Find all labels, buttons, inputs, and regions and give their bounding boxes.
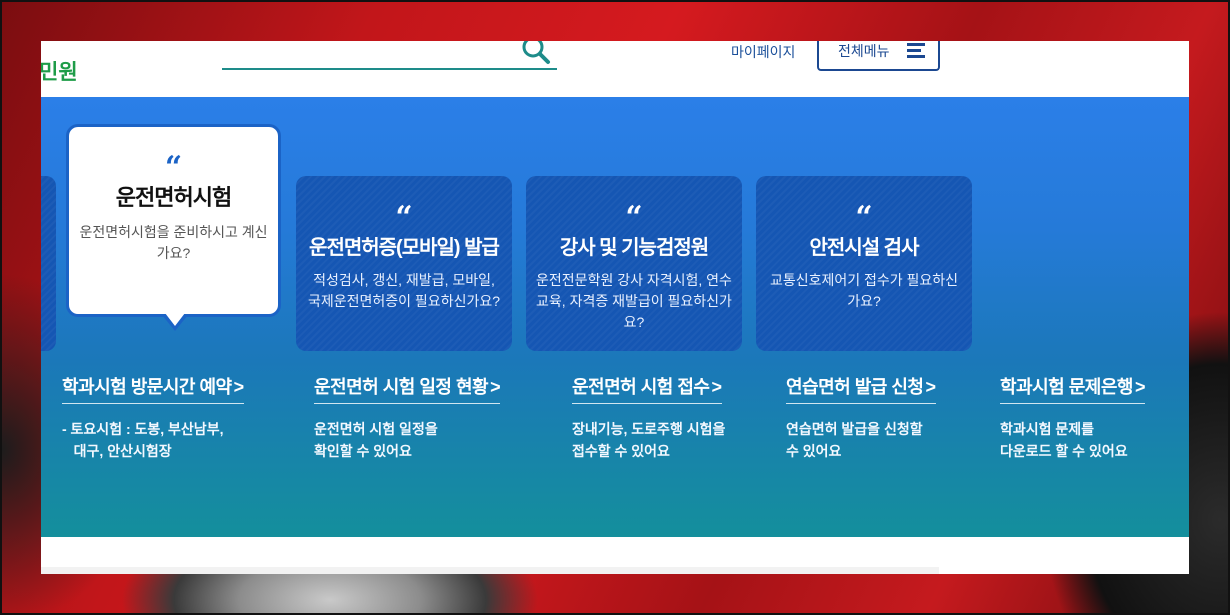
link-title: 학과시험 방문시간 예약 > bbox=[62, 373, 244, 404]
card-license-issue[interactable]: “ 운전면허증(모바일) 발급 적성검사, 갱신, 재발급, 모바일, 국제운전… bbox=[296, 176, 512, 351]
link-test-schedule[interactable]: 운전면허 시험 일정 현황 > 운전면허 시험 일정을 확인할 수 있어요 bbox=[314, 373, 501, 462]
quote-icon: “ bbox=[164, 150, 183, 185]
card-title: 안전시설 검사 bbox=[809, 237, 920, 259]
site-header: 민원 마이페이지 전체메뉴 bbox=[41, 41, 1189, 97]
link-desc-line: 확인할 수 있어요 bbox=[314, 443, 412, 459]
link-title: 연습면허 발급 신청 > bbox=[786, 373, 936, 404]
card-desc: 교통신호제어기 접수가 필요하신가요? bbox=[769, 272, 959, 309]
card-desc: 운전면허시험을 준비하시고 계신가요? bbox=[79, 224, 268, 261]
quote-icon: “ bbox=[855, 200, 873, 235]
link-learner-permit[interactable]: 연습면허 발급 신청 > 연습면허 발급을 신청할 수 있어요 bbox=[786, 373, 936, 462]
quote-icon: “ bbox=[625, 200, 643, 235]
section-divider bbox=[41, 567, 939, 574]
card-pointer-inner bbox=[165, 313, 185, 326]
all-menu-button[interactable]: 전체메뉴 bbox=[817, 41, 940, 71]
link-desc-line: 연습면허 발급을 신청할 bbox=[786, 421, 923, 437]
link-desc-line: 수 있어요 bbox=[786, 443, 842, 459]
all-menu-label: 전체메뉴 bbox=[838, 43, 890, 59]
search-input[interactable] bbox=[222, 41, 512, 68]
link-desc-line: 접수할 수 있어요 bbox=[572, 443, 670, 459]
link-question-bank[interactable]: 학과시험 문제은행 > 학과시험 문제를 다운로드 할 수 있어요 bbox=[1000, 373, 1146, 462]
link-title: 운전면허 시험 일정 현황 > bbox=[314, 373, 501, 404]
hamburger-icon bbox=[907, 43, 925, 59]
card-desc: 운전전문학원 강사 자격시험, 연수교육, 자격증 재발급이 필요하신가요? bbox=[536, 272, 732, 330]
link-visit-reservation[interactable]: 학과시험 방문시간 예약 > - 토요시험 : 도봉, 부산남부, 대구, 안산시… bbox=[62, 373, 244, 462]
search-underline bbox=[222, 68, 557, 70]
site-window: 민원 마이페이지 전체메뉴 “ 운전면허시험 운전면허시험을 준비하시고 계신가… bbox=[41, 41, 1189, 574]
card-title: 강사 및 기능검정원 bbox=[559, 237, 709, 259]
link-title: 운전면허 시험 접수 > bbox=[572, 373, 722, 404]
search-icon[interactable] bbox=[519, 41, 553, 67]
link-desc-line: - 토요시험 : 도봉, 부산남부, bbox=[62, 421, 224, 437]
link-desc-line: 다운로드 할 수 있어요 bbox=[1000, 443, 1128, 459]
hero-section: “ 운전면허시험 운전면허시험을 준비하시고 계신가요? “ 운전면허증(모바일… bbox=[41, 97, 1189, 537]
mypage-link[interactable]: 마이페이지 bbox=[731, 42, 795, 62]
card-instructor[interactable]: “ 강사 및 기능검정원 운전전문학원 강사 자격시험, 연수교육, 자격증 재… bbox=[526, 176, 742, 351]
chevron-right-icon: > bbox=[711, 377, 722, 397]
chevron-right-icon: > bbox=[490, 377, 501, 397]
chevron-right-icon: > bbox=[1134, 377, 1146, 397]
quote-icon: “ bbox=[395, 200, 413, 235]
card-driving-test[interactable]: “ 운전면허시험 운전면허시험을 준비하시고 계신가요? bbox=[66, 124, 281, 317]
chevron-right-icon: > bbox=[233, 377, 245, 397]
link-desc-line: 운전면허 시험 일정을 bbox=[314, 421, 438, 437]
card-title: 운전면허시험 bbox=[115, 185, 232, 210]
link-test-application[interactable]: 운전면허 시험 접수 > 장내기능, 도로주행 시험을 접수할 수 있어요 bbox=[572, 373, 725, 462]
link-desc-line: 장내기능, 도로주행 시험을 bbox=[572, 421, 726, 437]
link-desc-line: 대구, 안산시험장 bbox=[62, 443, 172, 459]
card-desc: 적성검사, 갱신, 재발급, 모바일, 국제운전면허증이 필요하신가요? bbox=[308, 272, 500, 309]
link-desc-line: 학과시험 문제를 bbox=[1000, 421, 1095, 437]
card-prev-partial[interactable] bbox=[41, 176, 56, 351]
card-safety-facility[interactable]: “ 안전시설 검사 교통신호제어기 접수가 필요하신가요? bbox=[756, 176, 972, 351]
link-title: 학과시험 문제은행 > bbox=[1000, 373, 1146, 404]
chevron-right-icon: > bbox=[925, 377, 936, 397]
card-title: 운전면허증(모바일) 발급 bbox=[309, 237, 500, 259]
brand-title[interactable]: 민원 bbox=[41, 56, 78, 86]
